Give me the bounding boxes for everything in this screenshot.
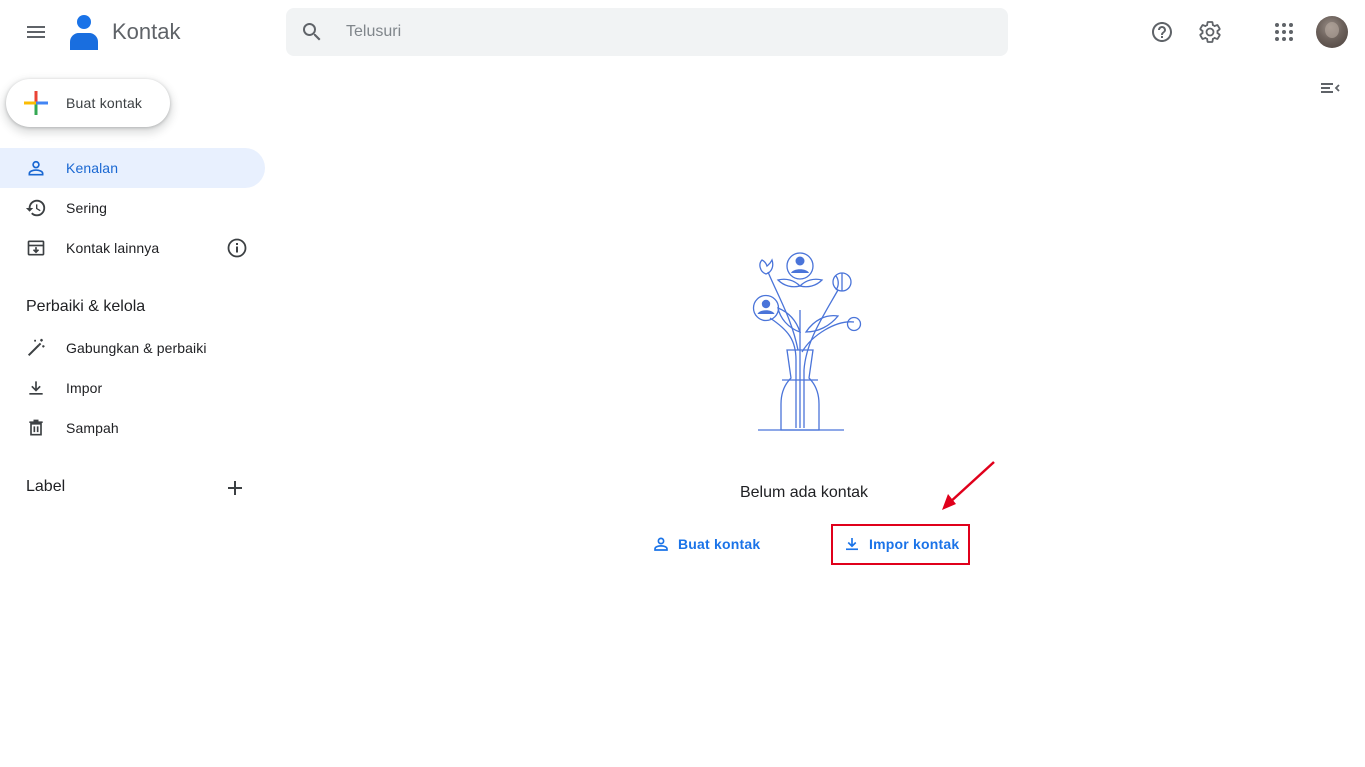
person-icon [654, 537, 668, 551]
app-header: Kontak [0, 0, 1365, 64]
app-title[interactable]: Kontak [112, 19, 181, 45]
search-input[interactable] [346, 8, 986, 56]
download-icon [24, 376, 48, 400]
sidebar-item-impor[interactable]: Impor [0, 368, 265, 408]
magic-wand-icon [24, 336, 48, 360]
apps-button[interactable] [1264, 12, 1304, 52]
contacts-logo[interactable] [68, 14, 100, 50]
gear-icon [1199, 21, 1221, 43]
menu-icon [27, 26, 45, 38]
empty-state-message: Belum ada kontak [739, 484, 869, 501]
manage-section-title: Perbaiki & kelola [26, 298, 146, 315]
help-button[interactable] [1142, 12, 1182, 52]
avatar[interactable] [1316, 16, 1348, 48]
apps-grid-icon [1275, 23, 1293, 41]
settings-button[interactable] [1190, 12, 1230, 52]
sidebar-item-label: Sering [66, 200, 108, 216]
label-section-title: Label [26, 478, 66, 495]
sidebar-item-sering[interactable]: Sering [0, 188, 265, 228]
search-bar[interactable] [286, 8, 1008, 56]
sidebar-item-gabungkan[interactable]: Gabungkan & perbaiki [0, 328, 265, 368]
sidebar-item-sampah[interactable]: Sampah [0, 408, 265, 448]
sidebar-item-label: Gabungkan & perbaiki [66, 340, 207, 356]
annotation-arrow-icon [942, 461, 995, 510]
sidebar-item-kenalan[interactable]: Kenalan [0, 148, 265, 188]
trash-icon [24, 416, 48, 440]
main-menu-button[interactable] [16, 12, 56, 52]
archive-download-icon [24, 236, 48, 260]
sidebar-item-label: Kontak lainnya [66, 240, 160, 256]
sidebar-item-kontak-lainnya[interactable]: Kontak lainnya [0, 228, 265, 268]
create-contact-link[interactable]: Buat kontak [652, 526, 760, 562]
empty-state-illustration [752, 252, 862, 431]
highlight-annotation-box [831, 524, 970, 565]
search-icon[interactable] [300, 20, 324, 44]
info-icon[interactable] [225, 236, 249, 260]
sidebar-item-label: Impor [66, 380, 103, 396]
create-contact-button[interactable]: Buat kontak [6, 79, 170, 127]
add-label-icon[interactable] [223, 476, 247, 500]
sidebar-item-label: Sampah [66, 420, 119, 436]
plus-icon [24, 91, 48, 115]
side-panel-toggle-icon[interactable] [1318, 76, 1342, 100]
create-contact-link-label: Buat kontak [678, 536, 761, 552]
help-icon [1152, 22, 1172, 42]
sidebar-item-label: Kenalan [66, 160, 119, 176]
person-icon [24, 156, 48, 180]
history-icon [24, 196, 48, 220]
create-contact-label: Buat kontak [66, 95, 143, 111]
